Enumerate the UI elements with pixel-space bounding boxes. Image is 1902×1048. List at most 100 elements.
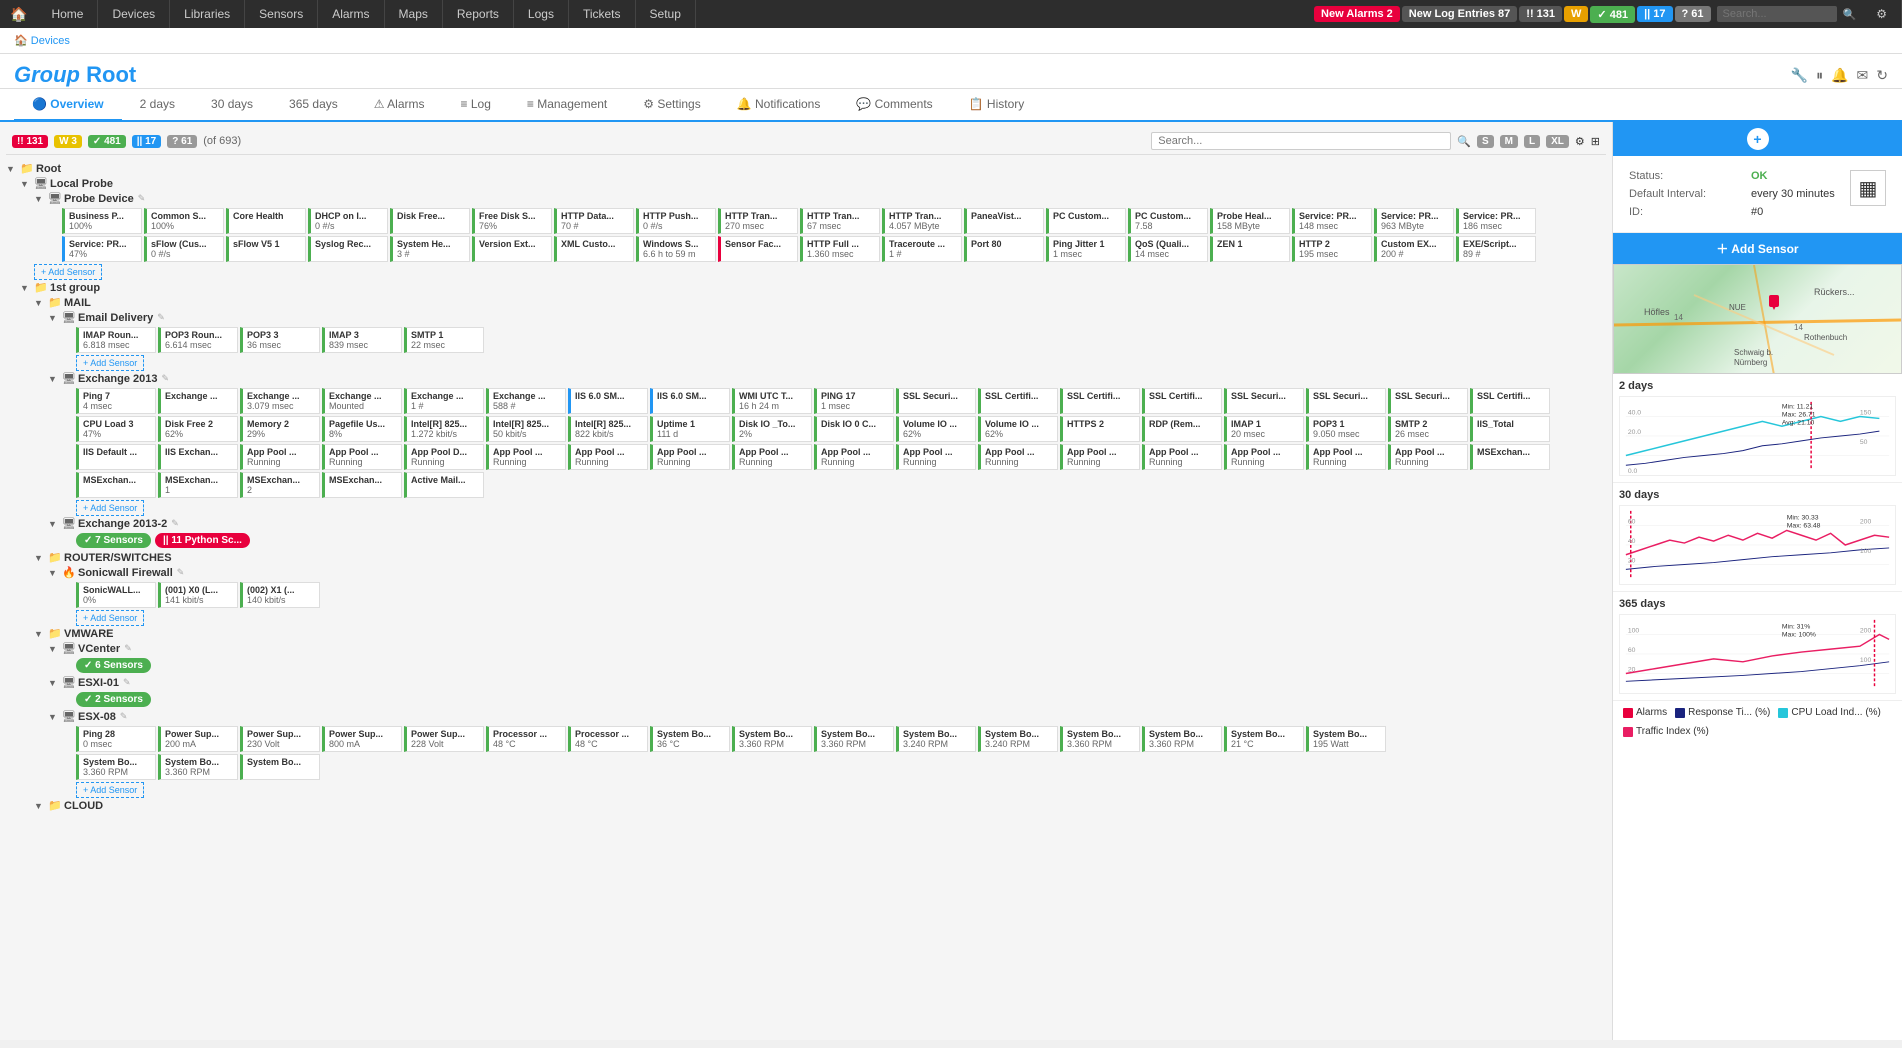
sensor-card[interactable]: PC Custom... — [1046, 208, 1126, 234]
sensor-card[interactable]: SSL Securi... — [1388, 388, 1468, 414]
nav-logs[interactable]: Logs — [514, 0, 569, 28]
grid-settings-icon[interactable]: ⚙ — [1575, 135, 1585, 148]
sensor-card[interactable]: Service: PR...148 msec — [1292, 208, 1372, 234]
sonicwall-add-sensor-btn[interactable]: + Add Sensor — [76, 610, 144, 626]
sensor-card[interactable]: Sensor Fac... — [718, 236, 798, 262]
sensor-card[interactable]: IMAP Roun...6.818 msec — [76, 327, 156, 353]
sensor-card[interactable]: System Bo...3.360 RPM — [732, 726, 812, 752]
sensor-card[interactable]: Core Health — [226, 208, 306, 234]
probe-add-sensor-btn[interactable]: + Add Sensor — [34, 264, 102, 280]
sensor-card[interactable]: (001) X0 (L...141 kbit/s — [158, 582, 238, 608]
sensor-card[interactable]: Disk IO _To...2% — [732, 416, 812, 442]
sensor-card[interactable]: SSL Certifi... — [1060, 388, 1140, 414]
sensor-card[interactable]: HTTP Data...70 # — [554, 208, 634, 234]
sensor-card[interactable]: sFlow V5 1 — [226, 236, 306, 262]
sensor-card[interactable]: SSL Certifi... — [1470, 388, 1550, 414]
sensor-card[interactable]: Power Sup...200 mA — [158, 726, 238, 752]
exchange2013-expand[interactable]: ▼ — [48, 374, 60, 384]
sensor-card[interactable]: App Pool ...Running — [1142, 444, 1222, 470]
nav-sensors[interactable]: Sensors — [245, 0, 318, 28]
sensor-card[interactable]: App Pool ...Running — [732, 444, 812, 470]
sensor-card[interactable]: App Pool ...Running — [1388, 444, 1468, 470]
sensor-card[interactable]: Probe Heal...158 MByte — [1210, 208, 1290, 234]
sensor-card[interactable]: Port 80 — [964, 236, 1044, 262]
alert-critical-btn[interactable]: !! 131 — [1519, 6, 1562, 22]
sensor-card[interactable]: MSExchan... — [76, 472, 156, 498]
sensor-card[interactable]: Service: PR...47% — [62, 236, 142, 262]
nav-setup[interactable]: Setup — [636, 0, 696, 28]
sensor-card[interactable]: Uptime 1111 d — [650, 416, 730, 442]
new-alarms-btn[interactable]: New Alarms 2 — [1314, 6, 1400, 22]
mail-expand[interactable]: ▼ — [34, 298, 46, 308]
nav-alarms[interactable]: Alarms — [318, 0, 384, 28]
sensor-card[interactable]: Intel[R] 825...50 kbit/s — [486, 416, 566, 442]
probe-device-expand[interactable]: ▼ — [34, 194, 46, 204]
sensor-card[interactable]: IIS 6.0 SM... — [650, 388, 730, 414]
refresh-icon[interactable]: ↻ — [1876, 67, 1888, 84]
sensor-card[interactable]: App Pool ...Running — [814, 444, 894, 470]
sensor-card[interactable]: App Pool ...Running — [1306, 444, 1386, 470]
vcenter-edit-icon[interactable]: ✎ — [124, 643, 132, 654]
sensor-card[interactable]: System Bo...36 °C — [650, 726, 730, 752]
alert-ok-btn[interactable]: ✓ 481 — [1590, 6, 1635, 23]
sonicwall-label[interactable]: Sonicwall Firewall — [78, 567, 173, 579]
root-label[interactable]: Root — [36, 163, 61, 175]
sensor-card[interactable]: Ping 74 msec — [76, 388, 156, 414]
nav-libraries[interactable]: Libraries — [170, 0, 245, 28]
sensor-card[interactable]: App Pool ...Running — [978, 444, 1058, 470]
sensor-card[interactable]: HTTP Push...0 #/s — [636, 208, 716, 234]
sensor-card[interactable]: Processor ...48 °C — [486, 726, 566, 752]
nav-logo[interactable]: 🏠 — [0, 6, 37, 23]
mail-label[interactable]: MAIL — [64, 297, 91, 309]
sensor-card[interactable]: Volume IO ...62% — [896, 416, 976, 442]
sensor-card[interactable]: XML Custo... — [554, 236, 634, 262]
sensor-card[interactable]: App Pool ...Running — [486, 444, 566, 470]
sensor-card[interactable]: HTTP Full ...1.360 msec — [800, 236, 880, 262]
breadcrumb-devices-link[interactable]: Devices — [31, 35, 70, 47]
sensor-card[interactable]: MSExchan...2 — [240, 472, 320, 498]
local-probe-label[interactable]: Local Probe — [50, 178, 113, 190]
sensor-card[interactable]: HTTP Tran...67 msec — [800, 208, 880, 234]
group1-expand[interactable]: ▼ — [20, 283, 32, 293]
sensor-card[interactable]: System Bo...3.360 RPM — [1060, 726, 1140, 752]
sensor-card[interactable]: Common S...100% — [144, 208, 224, 234]
sensor-card[interactable]: Free Disk S...76% — [472, 208, 552, 234]
esx08-add-sensor-btn[interactable]: + Add Sensor — [76, 782, 144, 798]
sensor-card[interactable]: App Pool ...Running — [1224, 444, 1304, 470]
nav-search-icon[interactable]: 🔍 — [1837, 8, 1863, 21]
sensor-card[interactable]: System Bo...3.360 RPM — [76, 754, 156, 780]
tab-overview[interactable]: 🔵 Overview — [14, 89, 122, 122]
tab-30days[interactable]: 30 days — [193, 89, 271, 122]
sensor-card[interactable]: App Pool ...Running — [322, 444, 402, 470]
sensor-card[interactable]: MSExchan... — [1470, 444, 1550, 470]
sensor-card[interactable]: System Bo...21 °C — [1224, 726, 1304, 752]
esxi01-label[interactable]: ESXI-01 — [78, 677, 119, 689]
view-s[interactable]: S — [1477, 135, 1494, 148]
sensor-card[interactable]: POP3 336 msec — [240, 327, 320, 353]
local-probe-expand[interactable]: ▼ — [20, 179, 32, 189]
router-label[interactable]: ROUTER/SWITCHES — [64, 552, 172, 564]
view-m[interactable]: M — [1500, 135, 1518, 148]
alert-warning-btn[interactable]: W — [1564, 6, 1588, 22]
sensor-card[interactable]: SMTP 122 msec — [404, 327, 484, 353]
nav-settings-icon[interactable]: ⚙ — [1862, 0, 1902, 28]
exchange2013-2-edit-icon[interactable]: ✎ — [171, 518, 179, 529]
sensor-card[interactable]: EXE/Script...89 # — [1456, 236, 1536, 262]
sensor-card[interactable]: PaneaVist... — [964, 208, 1044, 234]
sensor-card[interactable]: SSL Certifi... — [1142, 388, 1222, 414]
tab-history[interactable]: 📋 History — [951, 89, 1043, 122]
nav-tickets[interactable]: Tickets — [569, 0, 636, 28]
tab-management[interactable]: ≡ Management — [509, 89, 625, 122]
exchange2013-edit-icon[interactable]: ✎ — [162, 373, 170, 384]
notify-icon[interactable]: 🔔 — [1831, 67, 1848, 84]
add-sensor-bar[interactable]: ＋ Add Sensor — [1613, 233, 1902, 264]
sensor-card[interactable]: Service: PR...186 msec — [1456, 208, 1536, 234]
cloud-expand[interactable]: ▼ — [34, 801, 46, 811]
sensor-card[interactable]: App Pool ...Running — [1060, 444, 1140, 470]
toolbar-search-input[interactable] — [1151, 132, 1451, 150]
esxi01-edit-icon[interactable]: ✎ — [123, 677, 131, 688]
nav-search-input[interactable] — [1717, 6, 1837, 22]
esx08-label[interactable]: ESX-08 — [78, 711, 116, 723]
sensor-card[interactable]: App Pool ...Running — [240, 444, 320, 470]
sensor-card[interactable]: App Pool ...Running — [568, 444, 648, 470]
